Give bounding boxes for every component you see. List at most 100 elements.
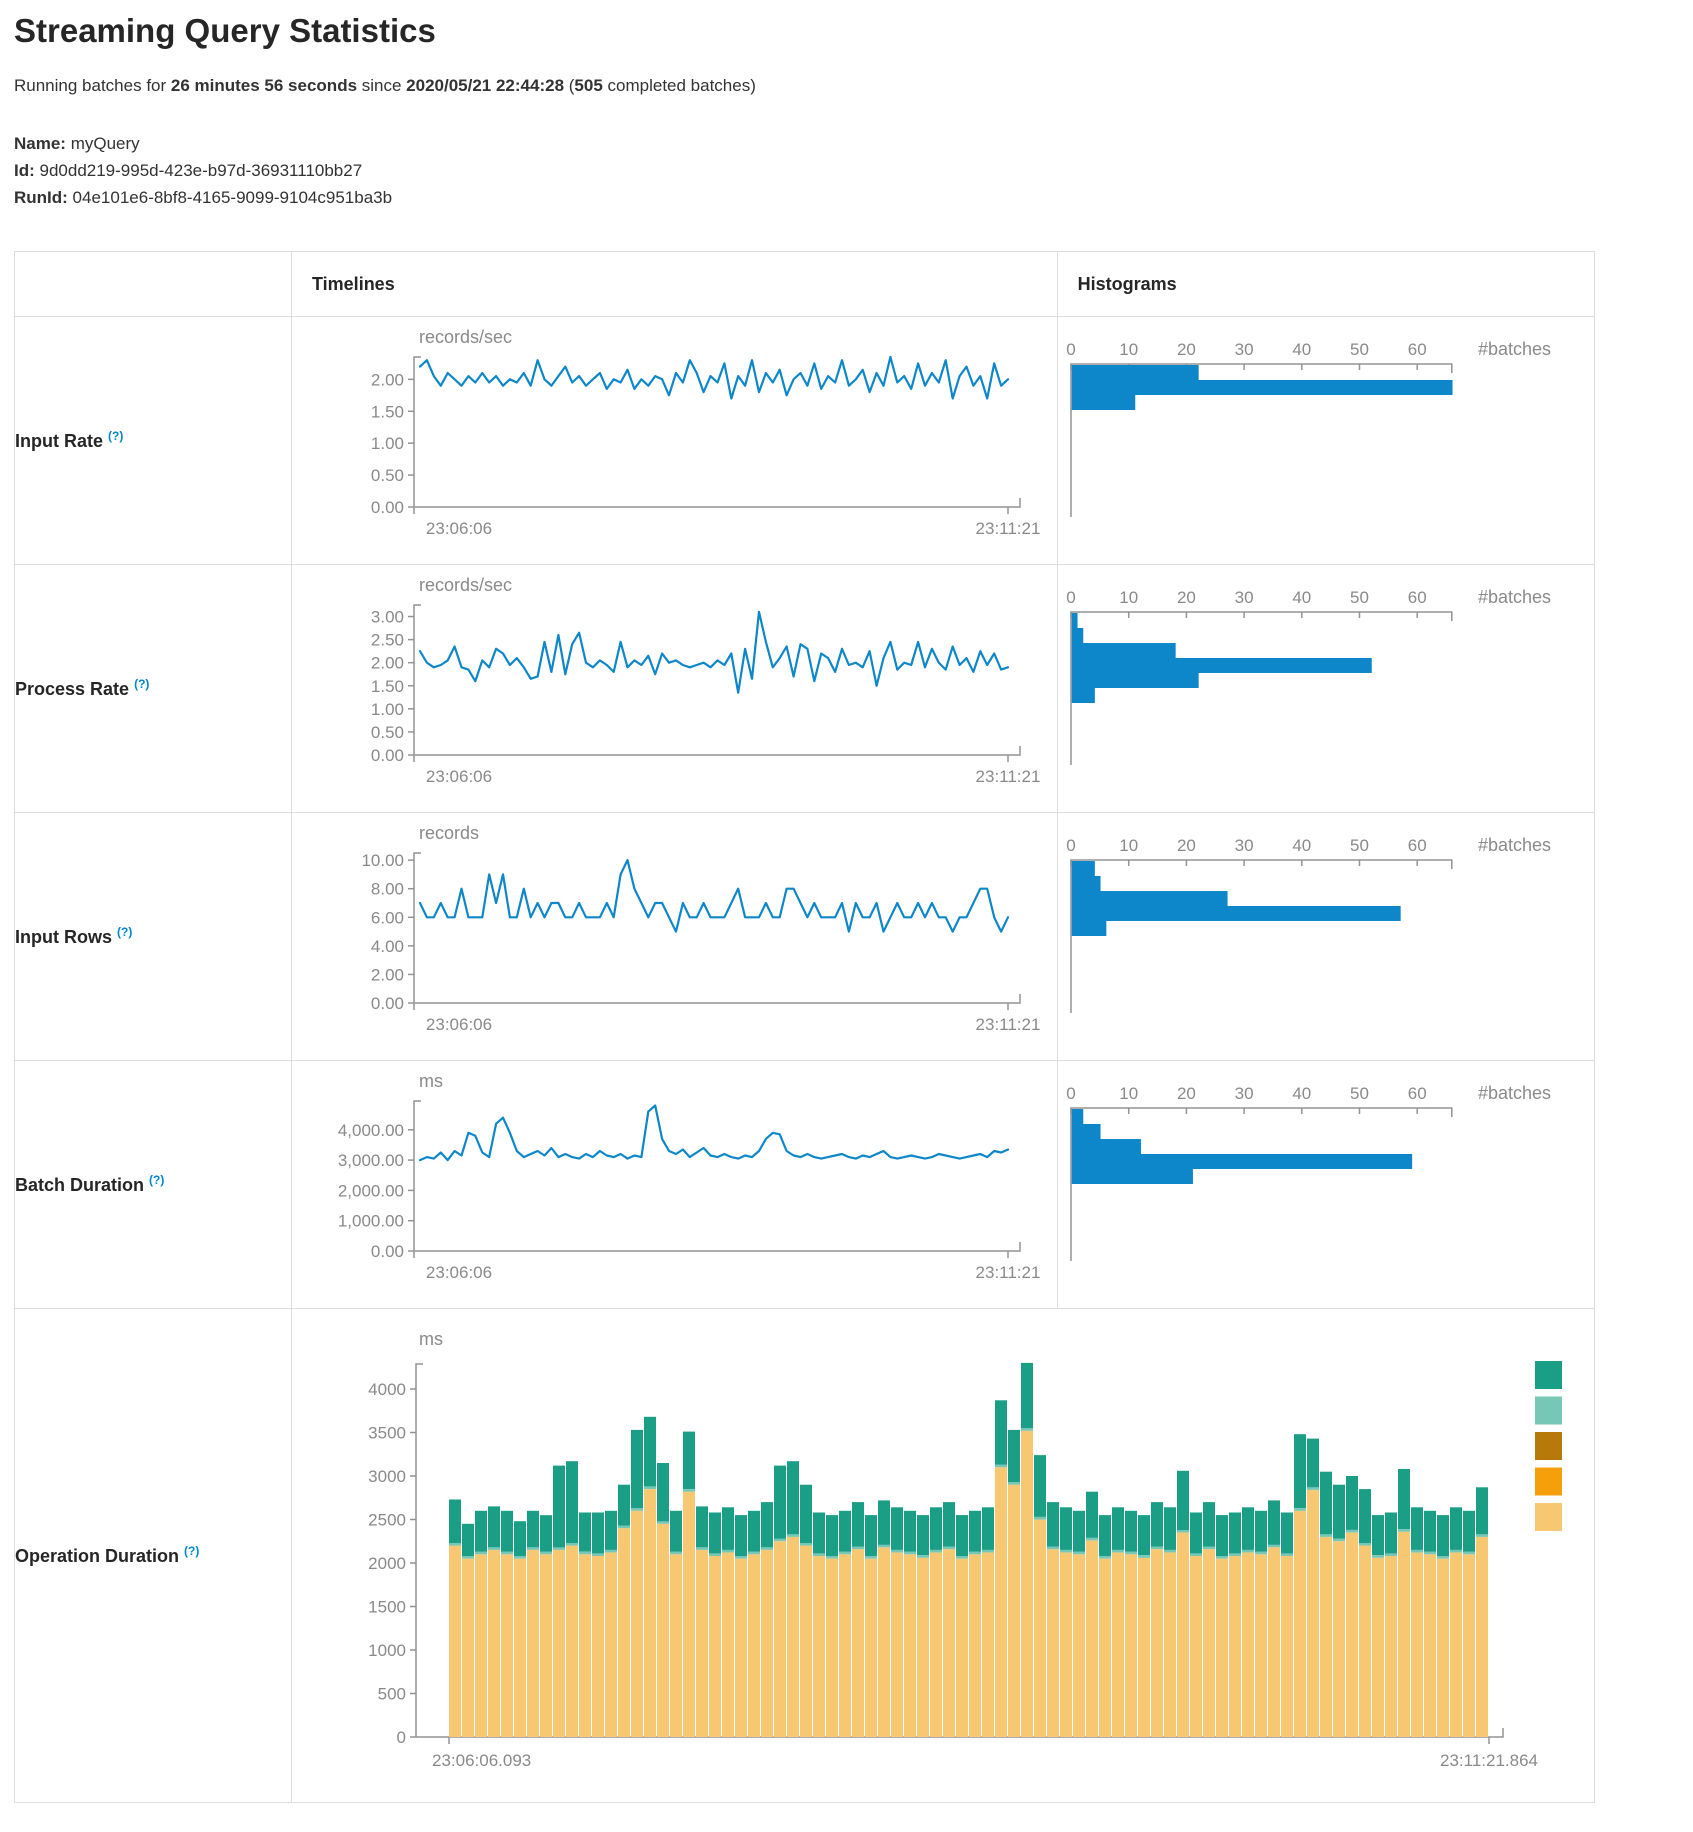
legend-swatch[interactable]	[1535, 1397, 1562, 1425]
page: Streaming Query Statistics Running batch…	[0, 12, 1693, 1803]
stacked-bar-bottom	[1099, 1559, 1111, 1737]
stacked-bar-top	[540, 1515, 552, 1552]
svg-text:6.00: 6.00	[371, 908, 404, 927]
stacked-bar-middle	[735, 1556, 747, 1559]
stacked-bar-middle	[1125, 1552, 1137, 1555]
stacked-bar-bottom	[891, 1553, 903, 1737]
svg-text:0: 0	[1066, 588, 1075, 607]
process-rate-histogram-chart: 0102030405060#batches	[1058, 565, 1594, 812]
svg-text:23:06:06: 23:06:06	[426, 767, 492, 786]
stacked-bar-bottom	[1177, 1533, 1189, 1737]
stacked-bar-top	[696, 1506, 708, 1547]
histogram-bar	[1071, 891, 1227, 906]
stacked-bar-middle	[1346, 1530, 1358, 1533]
stacked-bar-middle	[501, 1552, 513, 1555]
table-row-process-rate: Process Rate (?) records/sec0.000.501.00…	[15, 565, 1595, 813]
svg-text:23:11:21: 23:11:21	[976, 767, 1041, 786]
stacked-bar-middle	[1060, 1550, 1072, 1553]
histogram-bar	[1071, 673, 1198, 688]
stacked-bar-top	[943, 1502, 955, 1546]
query-id-value: 9d0dd219-995d-423e-b97d-36931110bb27	[35, 161, 362, 180]
legend-swatch[interactable]	[1535, 1503, 1562, 1531]
summary-paren: (	[564, 76, 574, 95]
svg-text:0.50: 0.50	[371, 466, 404, 485]
y-axis	[414, 357, 421, 507]
svg-text:10: 10	[1119, 340, 1138, 359]
metric-label-operation-duration: Operation Duration (?)	[15, 1309, 292, 1803]
svg-text:1000: 1000	[368, 1641, 406, 1660]
histogram-bar	[1071, 658, 1371, 673]
help-icon-batch-duration[interactable]: (?)	[149, 1173, 164, 1187]
histogram-axis	[1071, 612, 1452, 765]
stacked-bar-bottom	[839, 1554, 851, 1737]
stacked-bar-bottom	[1112, 1553, 1124, 1737]
help-icon-input-rate[interactable]: (?)	[108, 429, 123, 443]
stacked-bar-bottom	[722, 1553, 734, 1737]
svg-text:0: 0	[397, 1728, 406, 1747]
x-axis	[414, 1242, 1020, 1251]
stacked-bar-top	[553, 1466, 565, 1548]
help-icon-process-rate[interactable]: (?)	[134, 677, 149, 691]
stacked-bar-top	[930, 1507, 942, 1550]
histogram-bar	[1071, 380, 1452, 395]
histogram-axis	[1071, 860, 1452, 1013]
help-icon-input-rows[interactable]: (?)	[117, 925, 132, 939]
stacked-bar-bottom	[1398, 1532, 1410, 1737]
svg-text:20: 20	[1177, 836, 1196, 855]
svg-text:2.50: 2.50	[371, 631, 404, 650]
stacked-bar-bottom	[904, 1554, 916, 1737]
stacked-bar-top	[1177, 1471, 1189, 1530]
stacked-bar-middle	[1177, 1530, 1189, 1533]
svg-text:0.00: 0.00	[371, 746, 404, 765]
legend-swatch[interactable]	[1535, 1468, 1562, 1496]
svg-text:50: 50	[1350, 1084, 1369, 1103]
svg-text:1,000.00: 1,000.00	[338, 1212, 404, 1231]
histogram-bar	[1071, 906, 1400, 921]
summary-start-time: 2020/05/21 22:44:28	[406, 76, 564, 95]
svg-text:20: 20	[1177, 588, 1196, 607]
stacked-bar-middle	[605, 1550, 617, 1553]
histogram-axis	[1071, 1108, 1452, 1261]
stacked-bar-bottom	[787, 1537, 799, 1737]
stacked-bar-bottom	[488, 1550, 500, 1737]
stacked-bar-bottom	[956, 1559, 968, 1737]
svg-text:30: 30	[1234, 836, 1253, 855]
stacked-bar-middle	[787, 1534, 799, 1537]
svg-text:0: 0	[1066, 340, 1075, 359]
histogram-bar	[1071, 628, 1083, 643]
stacked-bar-bottom	[1164, 1553, 1176, 1737]
stacked-bar-middle	[904, 1552, 916, 1555]
stacked-bar-bottom	[579, 1554, 591, 1737]
timeline-line	[420, 860, 1008, 932]
stacked-bar-top	[644, 1417, 656, 1487]
stacked-bar-top	[1385, 1513, 1397, 1554]
histogram-bar	[1071, 688, 1094, 703]
legend-swatch[interactable]	[1535, 1361, 1562, 1389]
stacked-bar-middle	[1034, 1517, 1046, 1520]
help-icon-operation-duration[interactable]: (?)	[184, 1544, 199, 1558]
metric-label-input-rows: Input Rows (?)	[15, 813, 292, 1061]
stacked-bar-middle	[1398, 1529, 1410, 1532]
stacked-bar-top	[891, 1507, 903, 1550]
stacked-bar-bottom	[514, 1559, 526, 1737]
stacked-bar-middle	[1307, 1487, 1319, 1490]
svg-text:2500: 2500	[368, 1511, 406, 1530]
unit-label: records	[419, 823, 479, 843]
stacked-bar-top	[1099, 1515, 1111, 1556]
stacked-bar-bottom	[1034, 1520, 1046, 1738]
legend-swatch[interactable]	[1535, 1432, 1562, 1460]
histogram-bar	[1071, 876, 1100, 891]
stacked-bar-top	[1333, 1485, 1345, 1539]
summary-middle: since	[357, 76, 406, 95]
header-histograms: Histograms	[1057, 252, 1594, 317]
stacked-bar-top	[1164, 1507, 1176, 1550]
stacked-bar-bottom	[1229, 1556, 1241, 1737]
table-row-batch-duration: Batch Duration (?) ms0.001,000.002,000.0…	[15, 1061, 1595, 1309]
stacked-bar-bottom	[1086, 1540, 1098, 1737]
metric-label-process-rate: Process Rate (?)	[15, 565, 292, 813]
stacked-bar-middle	[930, 1550, 942, 1553]
stacked-bar-bottom	[709, 1556, 721, 1737]
input-rate-timeline-chart: records/sec0.000.501.001.502.0023:06:062…	[292, 317, 1056, 564]
stacked-bar-bottom	[1073, 1554, 1085, 1737]
stacked-bar-middle	[514, 1556, 526, 1559]
